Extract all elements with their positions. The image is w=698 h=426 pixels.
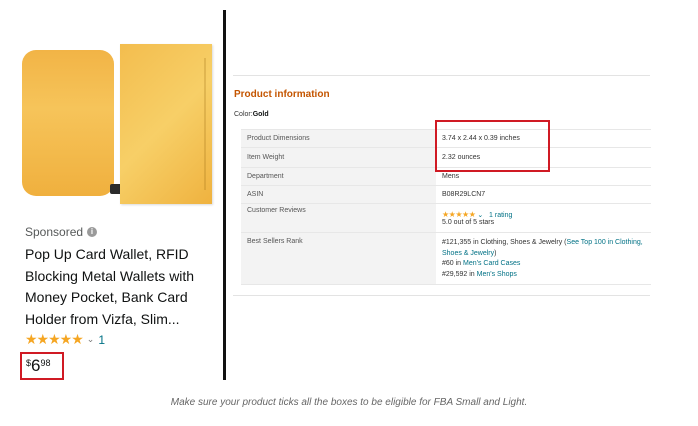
info-icon[interactable]: i: [87, 227, 98, 237]
section-divider-bottom: [233, 295, 650, 296]
rating-count-link[interactable]: 1 rating: [489, 212, 512, 219]
dimensions-weight-highlight-box: [435, 120, 550, 172]
chevron-down-icon[interactable]: ⌄: [87, 334, 95, 345]
spec-key: Department: [241, 167, 436, 186]
section-divider-top: [233, 75, 650, 76]
figure-caption: Make sure your product ticks all the box…: [170, 397, 528, 408]
color-line: Color:Gold: [234, 111, 269, 118]
spec-key: ASIN: [241, 185, 436, 204]
rank-text: #29,592 in: [442, 270, 477, 278]
divider-line: [223, 10, 226, 380]
color-value: Gold: [252, 111, 269, 118]
price-whole: 6: [31, 356, 41, 375]
rating-count-link[interactable]: 1: [98, 333, 105, 347]
product-title[interactable]: Pop Up Card Wallet, RFID Blocking Metal …: [25, 244, 220, 330]
product-information-heading: Product information: [234, 89, 330, 100]
spec-key: Customer Reviews: [241, 203, 436, 233]
wallet-back-image: [120, 44, 212, 204]
product-rating[interactable]: ★★★★★ ⌄ 1: [25, 331, 105, 348]
price-highlight-box: $ 6 98: [20, 352, 64, 380]
spec-key: Product Dimensions: [241, 129, 436, 148]
wallet-front-image: [22, 50, 114, 196]
spec-value: B08R29LCN7: [436, 185, 651, 204]
price-fraction: 98: [40, 358, 51, 368]
color-label: Color:: [234, 111, 253, 118]
spec-key: Best Sellers Rank: [241, 232, 436, 285]
mens-shops-link[interactable]: Men's Shops: [477, 271, 517, 278]
mens-card-cases-link[interactable]: Men's Card Cases: [463, 260, 520, 267]
product-image[interactable]: [16, 44, 216, 214]
rating-summary: 5.0 out of 5 stars: [442, 219, 495, 226]
spec-value: ★★★★★ ⌄ 1 rating 5.0 out of 5 stars: [436, 203, 651, 233]
product-price: $ 6 98: [26, 356, 51, 376]
sponsored-text: Sponsored: [25, 225, 84, 239]
rank-text-end: ): [494, 249, 497, 257]
sponsored-label: Sponsored i: [25, 225, 98, 239]
table-row: Best Sellers Rank #121,355 in Clothing, …: [241, 232, 651, 285]
chevron-down-icon[interactable]: ⌄: [477, 212, 483, 219]
star-rating-icon: ★★★★★: [25, 331, 84, 347]
table-row: Customer Reviews ★★★★★ ⌄ 1 rating 5.0 ou…: [241, 203, 651, 233]
table-row: ASIN B08R29LCN7: [241, 185, 651, 204]
star-rating-icon: ★★★★★: [442, 210, 476, 219]
spec-key: Item Weight: [241, 147, 436, 168]
spec-value: #121,355 in Clothing, Shoes & Jewelry (S…: [436, 232, 651, 285]
rank-text: #121,355 in Clothing, Shoes & Jewelry (: [442, 239, 567, 246]
rank-text: #60 in: [442, 260, 464, 267]
